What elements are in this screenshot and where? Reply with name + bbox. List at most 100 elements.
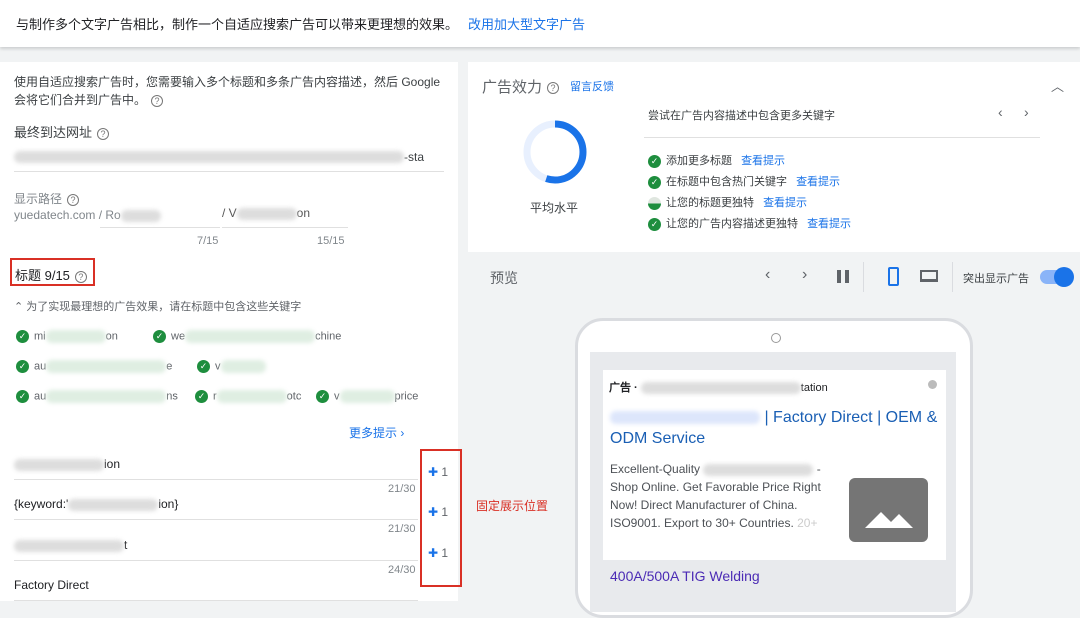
headline-suffix: ion} bbox=[158, 497, 179, 511]
next-tip-icon[interactable]: › bbox=[1024, 104, 1029, 120]
prev-preview-icon[interactable]: ‹ bbox=[765, 266, 770, 284]
ad-strength-card: 广告效力? 留言反馈 ︿ 平均水平 尝试在广告内容描述中包含更多关键字 ‹ › … bbox=[468, 62, 1080, 252]
strength-level: 平均水平 bbox=[530, 201, 579, 215]
divider bbox=[14, 519, 418, 520]
pin-annotation-label: 固定展示位置 bbox=[476, 499, 549, 513]
headline-text: t bbox=[124, 538, 128, 552]
banner-text: 与制作多个文字广告相比，制作一个自适应搜索广告可以带来更理想的效果。 bbox=[16, 17, 459, 32]
desc1: Excellent-Quality bbox=[610, 462, 701, 476]
headline-text: Factory Direct bbox=[14, 578, 89, 592]
check-icon: ✓ bbox=[153, 330, 166, 343]
image-placeholder-icon bbox=[849, 478, 928, 542]
label: 显示路径 bbox=[14, 192, 63, 206]
divider bbox=[14, 560, 418, 561]
help-icon[interactable]: ? bbox=[74, 270, 87, 283]
mobile-view-icon[interactable] bbox=[888, 267, 899, 286]
char-count: 21/30 bbox=[388, 483, 416, 495]
help-icon[interactable]: ? bbox=[97, 127, 110, 140]
check-icon: ✓ bbox=[195, 390, 208, 403]
hint-text: 为了实现最理想的广告效果，请在标题中包含这些关键字 bbox=[26, 301, 302, 313]
highlight-toggle[interactable] bbox=[1040, 267, 1074, 287]
ad-description: Excellent-Quality - Shop Online. Get Fav… bbox=[610, 460, 835, 532]
info-icon[interactable] bbox=[928, 380, 937, 389]
headline-text: {keyword:' bbox=[14, 497, 69, 511]
keyword-chip[interactable]: ✓ mi on bbox=[16, 330, 118, 343]
strength-item: ✓ 添加更多标题 查看提示 bbox=[648, 152, 785, 168]
help-icon[interactable]: ? bbox=[67, 193, 80, 206]
item-text: 添加更多标题 bbox=[666, 155, 732, 167]
pause-icon[interactable] bbox=[837, 270, 849, 283]
preview-title: 预览 bbox=[490, 270, 518, 286]
ad-label: 广告 · bbox=[609, 382, 638, 394]
kw-start: au bbox=[34, 390, 47, 403]
ad-url: tation bbox=[800, 382, 828, 394]
check-icon: ✓ bbox=[648, 217, 661, 231]
ad-headline[interactable]: | Factory Direct | OEM & ODM Service bbox=[610, 407, 940, 449]
tip-text: 尝试在广告内容描述中包含更多关键字 bbox=[648, 110, 835, 122]
path2-count: 15/15 bbox=[317, 235, 345, 247]
char-count: 21/30 bbox=[388, 523, 416, 535]
check-icon: ✓ bbox=[197, 360, 210, 373]
kw-end: price bbox=[394, 390, 419, 403]
path2-input[interactable]: / V on bbox=[222, 206, 348, 228]
keyword-chip[interactable]: ✓ r otc bbox=[195, 390, 301, 403]
headline-input[interactable]: ion bbox=[14, 457, 418, 487]
headline-text: ion bbox=[104, 457, 121, 471]
kw-start: mi bbox=[34, 330, 46, 343]
item-text: 让您的标题更独特 bbox=[666, 197, 754, 209]
highlight-label: 突出显示广告 bbox=[963, 273, 1029, 285]
view-tips-link[interactable]: 查看提示 bbox=[741, 155, 785, 167]
more-tips-label: 更多提示 bbox=[349, 426, 398, 440]
ad-strength-title: 广告效力? bbox=[482, 76, 560, 97]
view-tips-link[interactable]: 查看提示 bbox=[763, 197, 807, 209]
view-tips-link[interactable]: 查看提示 bbox=[796, 176, 840, 188]
help-icon[interactable]: ? bbox=[151, 94, 164, 107]
path2-suffix: on bbox=[296, 206, 311, 220]
more-tips-link[interactable]: 更多提示 › bbox=[349, 424, 404, 441]
switch-to-expanded-text-ad-link[interactable]: 改用加大型文字广告 bbox=[468, 17, 585, 32]
item-text: 在标题中包含热门关键字 bbox=[666, 176, 787, 188]
path1-count: 7/15 bbox=[197, 235, 219, 247]
top-banner: 与制作多个文字广告相比，制作一个自适应搜索广告可以带来更理想的效果。 改用加大型文… bbox=[0, 0, 1080, 47]
desc-fade: 20+ bbox=[797, 516, 818, 530]
path1-input[interactable] bbox=[100, 206, 220, 228]
url-suffix: -sta bbox=[404, 150, 425, 164]
check-icon: ✓ bbox=[648, 154, 661, 168]
keyword-chip[interactable]: ✓ au e bbox=[16, 360, 172, 373]
feedback-link[interactable]: 留言反馈 bbox=[570, 78, 614, 94]
ad-url-line: 广告 · tation bbox=[609, 379, 828, 395]
view-tips-link[interactable]: 查看提示 bbox=[807, 218, 851, 230]
strength-item: ✓ 让您的广告内容描述更独特 查看提示 bbox=[648, 215, 851, 231]
divider bbox=[14, 479, 418, 480]
keyword-chip[interactable]: ✓ v price bbox=[316, 390, 418, 403]
keyword-hint[interactable]: ⌃ 为了实现最理想的广告效果，请在标题中包含这些关键字 bbox=[14, 298, 301, 314]
kw-end: chine bbox=[315, 330, 342, 343]
intro-text: 使用自适应搜索广告时，您需要输入多个标题和多条广告内容描述，然后 Google … bbox=[14, 75, 441, 107]
strength-item: 让您的标题更独特 查看提示 bbox=[648, 194, 807, 210]
check-icon: ✓ bbox=[16, 390, 29, 403]
divider bbox=[644, 137, 1040, 138]
kw-end: on bbox=[105, 330, 118, 343]
prev-tip-icon[interactable]: ‹ bbox=[998, 104, 1003, 120]
keyword-chip[interactable]: ✓ au ns bbox=[16, 390, 178, 403]
final-url-input[interactable]: -sta bbox=[14, 148, 444, 172]
collapse-icon[interactable]: ︿ bbox=[1051, 76, 1064, 95]
ad-editor-panel: 使用自适应搜索广告时，您需要输入多个标题和多条广告内容描述，然后 Google … bbox=[0, 62, 458, 601]
desktop-view-icon[interactable] bbox=[920, 270, 938, 282]
help-icon[interactable]: ? bbox=[547, 82, 560, 95]
headline-input[interactable]: t bbox=[14, 538, 418, 568]
ad-preview: 广告 · tation | Factory Direct | OEM & ODM… bbox=[603, 370, 946, 560]
keyword-chip[interactable]: ✓ we chine bbox=[153, 330, 341, 343]
strength-item: ✓ 在标题中包含热门关键字 查看提示 bbox=[648, 173, 840, 189]
check-icon: ✓ bbox=[16, 360, 29, 373]
headline-input[interactable]: {keyword:' ion} bbox=[14, 497, 418, 527]
title: 广告效力 bbox=[482, 79, 543, 96]
strength-gauge bbox=[523, 120, 587, 184]
next-preview-icon[interactable]: › bbox=[802, 266, 807, 284]
keyword-chip[interactable]: ✓ v bbox=[197, 360, 266, 373]
kw-end: ns bbox=[166, 390, 178, 403]
sitelink[interactable]: 400A/500A TIG Welding bbox=[610, 568, 760, 584]
path2-text: / V bbox=[222, 206, 237, 220]
check-icon: ✓ bbox=[648, 175, 661, 189]
headline-input[interactable]: Factory Direct bbox=[14, 578, 418, 608]
